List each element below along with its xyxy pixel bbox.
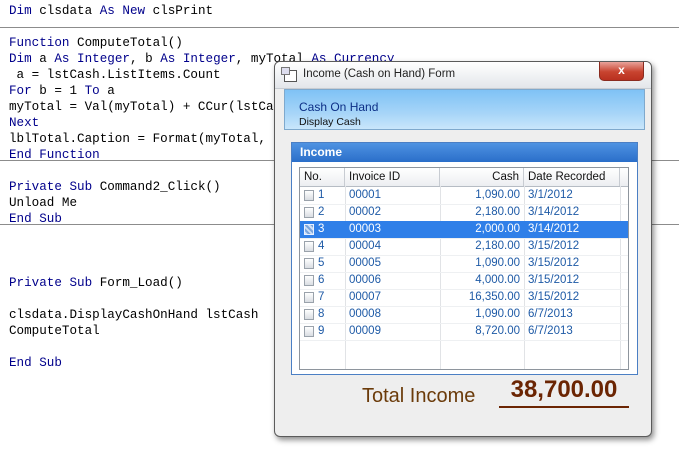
document-icon <box>304 207 314 218</box>
code-line: For b = 1 To a <box>9 84 115 98</box>
cell-date-recorded: 6/7/2013 <box>528 308 573 320</box>
cell-no: 8 <box>318 308 325 320</box>
code-line: Private Sub Command2_Click() <box>9 180 221 194</box>
cell-date-recorded: 3/15/2012 <box>528 291 580 303</box>
cell-no: 4 <box>318 240 325 252</box>
code-line: Next <box>9 116 40 130</box>
column-header-invoice-id[interactable]: Invoice ID <box>345 168 440 186</box>
document-icon <box>304 190 314 201</box>
income-form-window[interactable]: Income (Cash on Hand) Form x Cash On Han… <box>274 61 652 437</box>
cell-no: 7 <box>318 291 325 303</box>
code-line: End Sub <box>9 356 62 370</box>
header-subtitle: Display Cash <box>299 116 361 128</box>
cell-cash: 2,180.00 <box>475 240 520 252</box>
cell-cash: 1,090.00 <box>475 257 520 269</box>
code-line: Function ComputeTotal() <box>9 36 183 50</box>
total-income-label: Total Income <box>362 385 476 407</box>
code-line: Dim clsdata As New clsPrint <box>9 4 214 18</box>
cell-invoice-id: 00008 <box>349 308 381 320</box>
cash-list-view[interactable]: No. Invoice ID Cash Date Recorded 1 00001… <box>299 167 629 370</box>
total-income-value: 38,700.00 <box>499 376 629 408</box>
column-header-no[interactable]: No. <box>300 168 345 186</box>
list-header: No. Invoice ID Cash Date Recorded <box>300 168 628 187</box>
table-row[interactable]: 5 00005 1,090.00 3/15/2012 <box>300 255 628 273</box>
procedure-separator <box>0 27 679 28</box>
document-icon <box>304 292 314 303</box>
table-row[interactable]: 4 00004 2,180.00 3/15/2012 <box>300 238 628 256</box>
document-icon <box>304 241 314 252</box>
document-icon <box>304 309 314 320</box>
table-row[interactable]: 9 00009 8,720.00 6/7/2013 <box>300 323 628 341</box>
code-line: clsdata.DisplayCashOnHand lstCash <box>9 308 259 322</box>
cell-date-recorded: 3/15/2012 <box>528 274 580 286</box>
cell-date-recorded: 3/15/2012 <box>528 257 580 269</box>
table-row[interactable]: 2 00002 2,180.00 3/14/2012 <box>300 204 628 222</box>
cell-cash: 16,350.00 <box>468 291 520 303</box>
header-panel: Cash On Hand Display Cash <box>284 89 645 130</box>
header-title: Cash On Hand <box>299 100 379 114</box>
cell-invoice-id: 00005 <box>349 257 381 269</box>
code-line: ComputeTotal <box>9 324 100 338</box>
cell-date-recorded: 6/7/2013 <box>528 325 573 337</box>
cell-no: 5 <box>318 257 325 269</box>
cell-date-recorded: 3/15/2012 <box>528 240 580 252</box>
window-title: Income (Cash on Hand) Form <box>303 68 456 80</box>
cell-invoice-id: 00001 <box>349 189 381 201</box>
code-line: Unload Me <box>9 196 78 210</box>
cell-cash: 1,090.00 <box>475 308 520 320</box>
cell-date-recorded: 3/14/2012 <box>528 223 580 235</box>
cell-invoice-id: 00006 <box>349 274 381 286</box>
cell-cash: 2,180.00 <box>475 206 520 218</box>
cell-date-recorded: 3/14/2012 <box>528 206 580 218</box>
cell-cash: 8,720.00 <box>475 325 520 337</box>
income-group-title: Income <box>292 143 637 162</box>
document-icon <box>304 326 314 337</box>
title-bar[interactable]: Income (Cash on Hand) Form x <box>275 62 651 89</box>
cell-invoice-id: 00009 <box>349 325 381 337</box>
document-icon <box>304 275 314 286</box>
cell-invoice-id: 00007 <box>349 291 381 303</box>
table-row[interactable]: 7 00007 16,350.00 3/15/2012 <box>300 289 628 307</box>
table-row[interactable]: 8 00008 1,090.00 6/7/2013 <box>300 306 628 324</box>
table-row[interactable]: 3 00003 2,000.00 3/14/2012 <box>300 221 628 239</box>
cell-cash: 1,090.00 <box>475 189 520 201</box>
table-row[interactable]: 1 00001 1,090.00 3/1/2012 <box>300 187 628 205</box>
code-line: a = lstCash.ListItems.Count <box>9 68 221 82</box>
code-line: Private Sub Form_Load() <box>9 276 183 290</box>
cell-no: 6 <box>318 274 325 286</box>
cell-no: 3 <box>318 223 325 235</box>
cell-cash: 2,000.00 <box>475 223 520 235</box>
document-icon <box>304 224 314 235</box>
cell-invoice-id: 00003 <box>349 223 381 235</box>
cell-no: 9 <box>318 325 325 337</box>
cell-date-recorded: 3/1/2012 <box>528 189 573 201</box>
table-row[interactable]: 6 00006 4,000.00 3/15/2012 <box>300 272 628 290</box>
column-header-date-recorded[interactable]: Date Recorded <box>524 168 620 186</box>
column-header-cash[interactable]: Cash <box>440 168 524 186</box>
cell-no: 1 <box>318 189 325 201</box>
cell-invoice-id: 00002 <box>349 206 381 218</box>
cell-cash: 4,000.00 <box>475 274 520 286</box>
cell-no: 2 <box>318 206 325 218</box>
document-icon <box>304 258 314 269</box>
income-group: Income No. Invoice ID Cash Date Recorded… <box>291 142 638 375</box>
cell-invoice-id: 00004 <box>349 240 381 252</box>
close-button[interactable]: x <box>599 62 644 81</box>
app-icon <box>281 67 297 82</box>
